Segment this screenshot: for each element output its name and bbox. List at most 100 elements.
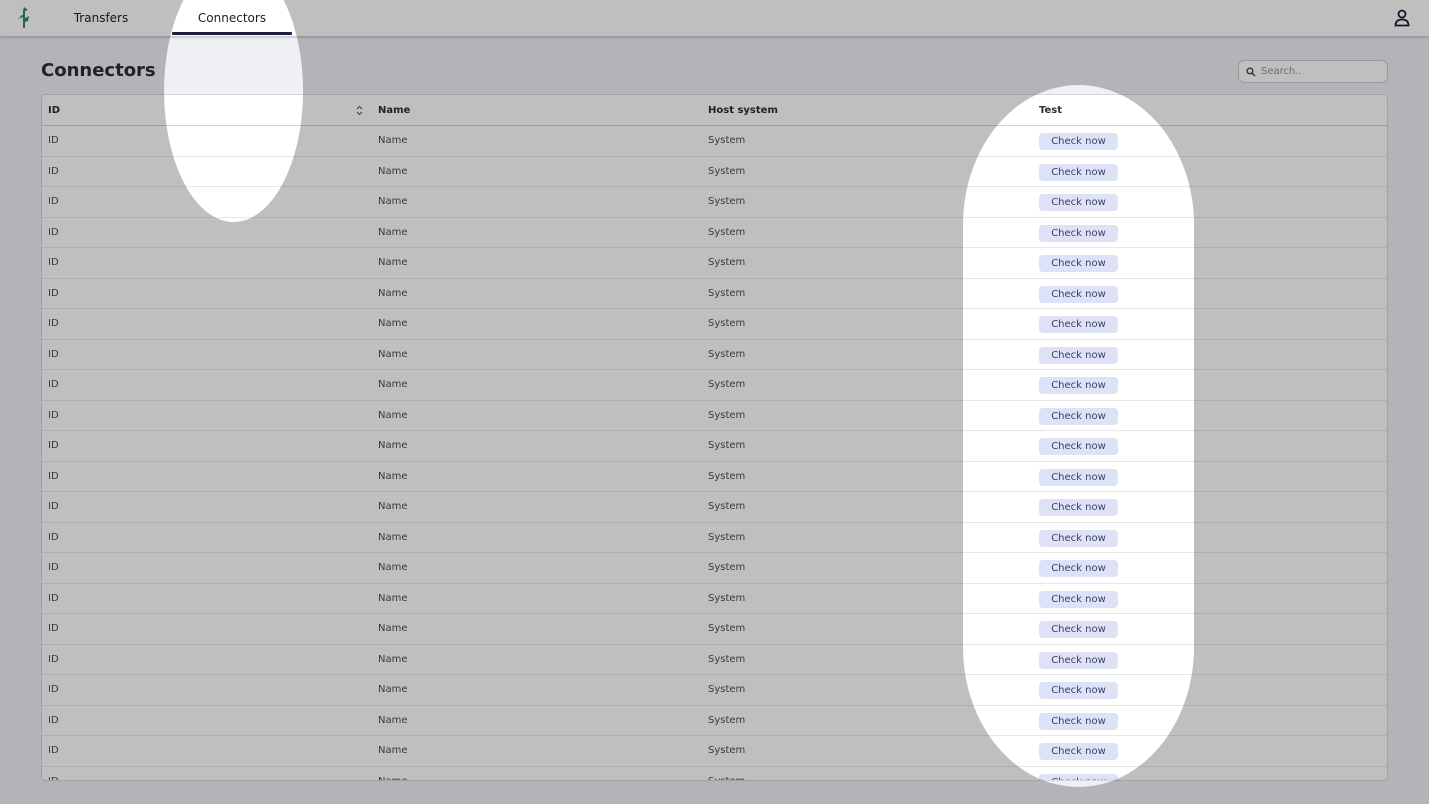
check-now-button[interactable]: Check now: [1039, 133, 1118, 150]
cell-name: Name: [378, 531, 408, 543]
check-now-button[interactable]: Check now: [1039, 560, 1118, 577]
cell-id: ID: [48, 470, 59, 482]
cell-host-system: System: [708, 287, 746, 299]
cell-name: Name: [378, 470, 408, 482]
check-now-button[interactable]: Check now: [1039, 682, 1118, 699]
cell-id: ID: [48, 165, 59, 177]
tab-connectors[interactable]: Connectors: [172, 0, 292, 36]
cell-name: Name: [378, 196, 408, 207]
cell-name: Name: [378, 440, 408, 451]
cell-host-system: System: [708, 592, 746, 604]
check-now-button[interactable]: Check now: [1039, 468, 1118, 486]
cell-name: Name: [378, 623, 408, 634]
cell-id: ID: [48, 562, 59, 573]
cell-name: Name: [378, 165, 408, 177]
table-row: ID Name System Check now: [42, 736, 1387, 767]
column-header-host-system[interactable]: Host system: [708, 95, 778, 126]
active-tab-indicator: [172, 32, 292, 35]
cell-test: Check now: [1039, 773, 1118, 780]
cell-name: Name: [378, 775, 408, 781]
search-input[interactable]: [1261, 63, 1383, 80]
cell-id: ID: [48, 745, 59, 756]
cell-id: ID: [48, 440, 59, 451]
cell-id: ID: [48, 501, 59, 512]
cell-name: Name: [378, 348, 408, 360]
cell-host-system: System: [708, 623, 746, 634]
cell-host-system: System: [708, 470, 746, 482]
check-now-button[interactable]: Check now: [1039, 285, 1118, 303]
check-now-button[interactable]: Check now: [1039, 407, 1118, 425]
check-now-button[interactable]: Check now: [1039, 712, 1118, 730]
table-row: ID Name System Check now: [42, 614, 1387, 645]
table-row: ID Name System Check now: [42, 157, 1387, 187]
table-row: ID Name System Check now: [42, 523, 1387, 553]
check-now-button[interactable]: Check now: [1039, 194, 1118, 211]
cell-id: ID: [48, 623, 59, 634]
table-row: ID Name System Check now: [42, 340, 1387, 370]
cell-host-system: System: [708, 562, 746, 573]
check-now-button[interactable]: Check now: [1039, 224, 1118, 242]
check-now-button[interactable]: Check now: [1039, 651, 1118, 669]
check-now-button[interactable]: Check now: [1039, 346, 1118, 364]
search-box[interactable]: [1238, 60, 1388, 83]
cell-id: ID: [48, 287, 59, 299]
cell-host-system: System: [708, 196, 746, 207]
check-now-button[interactable]: Check now: [1039, 621, 1118, 638]
cell-host-system: System: [708, 745, 746, 756]
check-now-button[interactable]: Check now: [1039, 773, 1118, 780]
cell-host-system: System: [708, 409, 746, 421]
page-title: Connectors: [41, 60, 156, 81]
cell-id: ID: [48, 592, 59, 604]
check-now-button[interactable]: Check now: [1039, 590, 1118, 608]
cell-host-system: System: [708, 318, 746, 329]
table-row: ID Name System Check now: [42, 248, 1387, 279]
table-row: ID Name System Check now: [42, 401, 1387, 431]
cell-host-system: System: [708, 440, 746, 451]
column-header-id[interactable]: ID: [48, 95, 368, 126]
cell-host-system: System: [708, 165, 746, 177]
table-row: ID Name System Check now: [42, 584, 1387, 614]
cell-id: ID: [48, 226, 59, 238]
table-header: ID Name Host system Test: [42, 95, 1387, 126]
cell-host-system: System: [708, 226, 746, 238]
check-now-button[interactable]: Check now: [1039, 255, 1118, 272]
cell-id: ID: [48, 257, 59, 268]
sort-icon[interactable]: [356, 105, 363, 116]
check-now-button[interactable]: Check now: [1039, 377, 1118, 394]
cell-id: ID: [48, 196, 59, 207]
cell-name: Name: [378, 653, 408, 665]
cell-host-system: System: [708, 714, 746, 726]
cell-id: ID: [48, 714, 59, 726]
cell-name: Name: [378, 592, 408, 604]
table-row: ID Name System Check now: [42, 370, 1387, 401]
table-row: ID Name System Check now: [42, 492, 1387, 523]
cell-name: Name: [378, 501, 408, 512]
column-header-name[interactable]: Name: [378, 95, 410, 126]
cell-host-system: System: [708, 531, 746, 543]
cell-id: ID: [48, 318, 59, 329]
table-row: ID Name System Check now: [42, 462, 1387, 492]
cell-id: ID: [48, 379, 59, 390]
cell-id: ID: [48, 409, 59, 421]
cell-host-system: System: [708, 653, 746, 665]
table-row: ID Name System Check now: [42, 767, 1387, 781]
cell-id: ID: [48, 684, 59, 695]
table-row: ID Name System Check now: [42, 187, 1387, 218]
user-icon[interactable]: [1394, 9, 1410, 27]
connectors-table: ID Name Host system Test ID Name System Che…: [41, 94, 1388, 781]
table-row: ID Name System Check now: [42, 553, 1387, 584]
cell-host-system: System: [708, 257, 746, 268]
check-now-button[interactable]: Check now: [1039, 316, 1118, 333]
table-row: ID Name System Check now: [42, 218, 1387, 248]
check-now-button[interactable]: Check now: [1039, 438, 1118, 455]
tab-transfers[interactable]: Transfers: [62, 0, 140, 36]
check-now-button[interactable]: Check now: [1039, 499, 1118, 516]
check-now-button[interactable]: Check now: [1039, 529, 1118, 547]
cell-id: ID: [48, 348, 59, 360]
cell-id: ID: [48, 135, 59, 146]
check-now-button[interactable]: Check now: [1039, 743, 1118, 760]
cell-name: Name: [378, 318, 408, 329]
app-logo-icon[interactable]: [16, 6, 32, 30]
table-body: ID Name System Check now ID Name System Check n…: [42, 126, 1387, 781]
check-now-button[interactable]: Check now: [1039, 163, 1118, 181]
